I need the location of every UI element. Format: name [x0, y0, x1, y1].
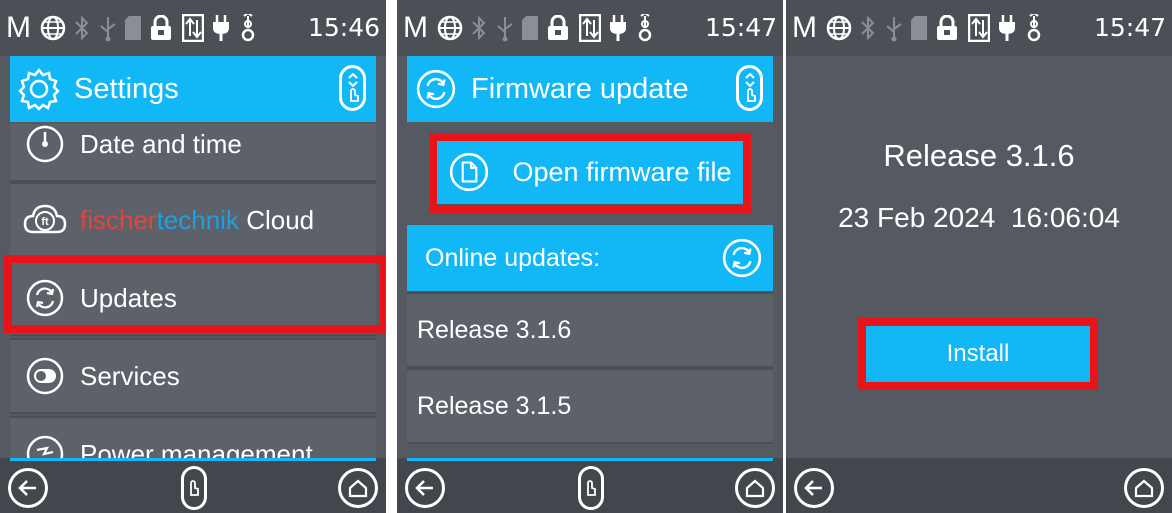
- list-item-release[interactable]: Release 3.1.5: [407, 368, 773, 444]
- usb-icon: [495, 8, 515, 48]
- highlight-box: [4, 255, 386, 333]
- brand-part-fischer: fischer: [80, 204, 157, 235]
- m-icon: M: [792, 11, 817, 44]
- back-arrow-icon: [804, 480, 822, 496]
- settings-screen: M 15:46 Settings Date and time ft fische…: [0, 0, 386, 513]
- online-updates-header: Online updates:: [407, 225, 773, 291]
- cloud-label: Cloud: [238, 204, 315, 235]
- release-label: Release 3.1.5: [417, 391, 572, 420]
- svg-text:ft: ft: [41, 216, 49, 228]
- list-item-label: Power management: [80, 438, 313, 459]
- clock: 15:46: [307, 13, 380, 42]
- touch-icon: [190, 480, 199, 496]
- home-icon: [745, 479, 765, 498]
- transfer-icon: [182, 8, 204, 48]
- title-bar: Settings: [10, 56, 376, 122]
- scroll-toggle-button[interactable]: [339, 65, 366, 111]
- highlight-box: [429, 133, 751, 213]
- scroll-toggle-button[interactable]: [736, 65, 763, 111]
- toggle-icon: [10, 356, 80, 396]
- bottom-bar: [786, 458, 1172, 513]
- release-name: Release 3.1.6: [883, 138, 1075, 173]
- divider: [10, 458, 376, 461]
- power-plug-icon: [609, 8, 627, 48]
- globe-icon: [40, 8, 66, 48]
- page-title: Firmware update: [471, 72, 689, 105]
- back-button[interactable]: [405, 468, 445, 508]
- list-item-cloud[interactable]: ft fischertechnik Cloud: [10, 182, 376, 258]
- usb-icon: [884, 8, 904, 48]
- m-icon: M: [6, 11, 31, 44]
- bottom-bar: [0, 458, 386, 513]
- scroll-mode-button[interactable]: [181, 466, 207, 510]
- bluetooth-icon: [471, 8, 487, 48]
- sd-card-icon: [910, 8, 928, 48]
- m-icon: M: [403, 11, 428, 44]
- list-item-power[interactable]: Power management: [10, 416, 376, 458]
- clock: 15:47: [1093, 13, 1166, 42]
- release-detail-screen: M 15:47 Release 3.1.6 23 Feb 2024 16:06:…: [786, 0, 1172, 513]
- back-button[interactable]: [8, 468, 48, 508]
- bluetooth-icon: [860, 8, 876, 48]
- bottom-bar: [397, 458, 783, 513]
- title-bar: Firmware update: [407, 56, 773, 122]
- highlight-box: [858, 318, 1098, 390]
- refresh-online-button[interactable]: [721, 237, 763, 286]
- usb-device-icon: [1026, 8, 1042, 48]
- home-icon: [1134, 479, 1154, 498]
- home-button[interactable]: [1124, 468, 1164, 508]
- back-button[interactable]: [794, 468, 834, 508]
- refresh-icon: [409, 68, 463, 110]
- list-item-date-time[interactable]: Date and time: [10, 124, 376, 182]
- list-item-services[interactable]: Services: [10, 338, 376, 414]
- ft-cloud-icon: ft: [10, 200, 80, 240]
- transfer-icon: [579, 8, 601, 48]
- globe-icon: [437, 8, 463, 48]
- power-plug-icon: [212, 8, 230, 48]
- lock-icon: [547, 8, 569, 48]
- status-bar: M 15:47: [786, 0, 1172, 56]
- lock-icon: [936, 8, 958, 48]
- lock-icon: [150, 8, 172, 48]
- home-icon: [348, 479, 368, 498]
- clock-icon: [10, 124, 80, 164]
- online-updates-label: Online updates:: [425, 243, 601, 272]
- home-button[interactable]: [338, 468, 378, 508]
- firmware-update-screen: M 15:47 Firmware update Open firmware fi…: [397, 0, 783, 513]
- release-list[interactable]: Release 3.1.6 Release 3.1.5: [407, 292, 773, 458]
- usb-device-icon: [637, 8, 653, 48]
- back-arrow-icon: [415, 480, 433, 496]
- release-datetime: 23 Feb 2024 16:06:04: [786, 202, 1172, 234]
- list-item-release[interactable]: Release 3.1.6: [407, 292, 773, 368]
- sd-card-icon: [124, 8, 142, 48]
- globe-icon: [826, 8, 852, 48]
- page-title: Settings: [74, 72, 179, 105]
- sd-card-icon: [521, 8, 539, 48]
- release-time: 16:06:04: [1010, 202, 1120, 233]
- usb-icon: [98, 8, 118, 48]
- divider: [407, 458, 773, 461]
- scroll-mode-button[interactable]: [578, 466, 604, 510]
- list-item-label: Services: [80, 360, 180, 391]
- bluetooth-icon: [74, 8, 90, 48]
- touch-icon: [587, 480, 596, 496]
- back-arrow-icon: [18, 480, 36, 496]
- brand-part-technik: technik: [156, 204, 239, 235]
- release-date: 23 Feb 2024: [838, 202, 996, 233]
- power-plug-icon: [998, 8, 1016, 48]
- gear-icon: [12, 67, 66, 111]
- list-item-label: Date and time: [80, 128, 242, 159]
- release-label: Release 3.1.6: [417, 315, 572, 344]
- usb-device-icon: [240, 8, 256, 48]
- status-bar: M 15:47: [397, 0, 783, 56]
- clock: 15:47: [704, 13, 777, 42]
- transfer-icon: [968, 8, 990, 48]
- status-bar: M 15:46: [0, 0, 386, 56]
- power-icon: [10, 434, 80, 458]
- list-item-label: fischertechnik Cloud: [80, 205, 314, 236]
- home-button[interactable]: [735, 468, 775, 508]
